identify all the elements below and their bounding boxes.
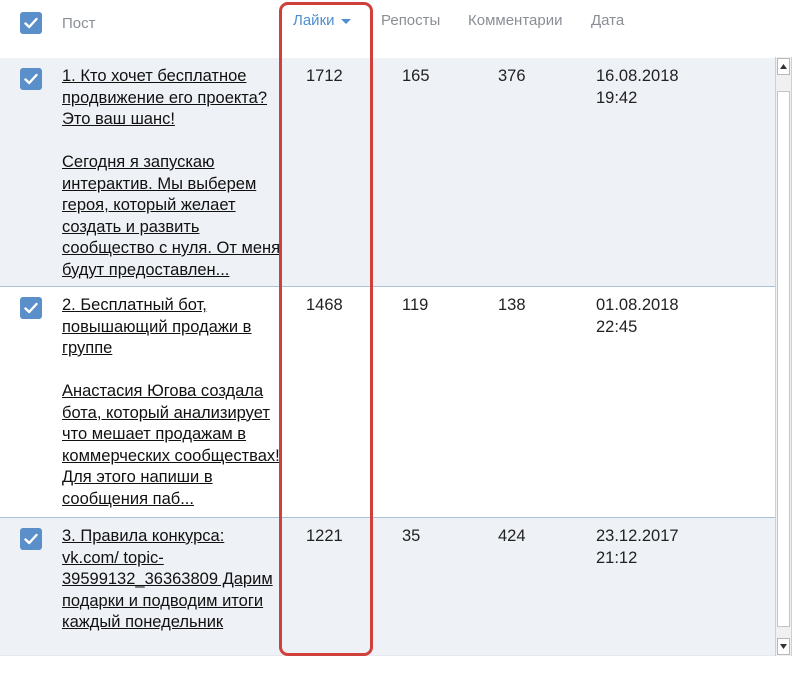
checkmark-icon xyxy=(24,17,38,29)
post-link[interactable]: 3. Правила конкурса: vk.com/ topic-39599… xyxy=(62,526,284,656)
post-excerpt: Сегодня я запускаю интерактив. Мы выбере… xyxy=(62,153,281,279)
post-link[interactable]: 2. Бесплатный бот, повышающий продажи в … xyxy=(62,295,284,513)
scrollbar-thumb[interactable] xyxy=(777,91,790,627)
table-row[interactable]: 1. Кто хочет бесплатное продвижение его … xyxy=(0,58,775,286)
select-all-checkbox[interactable] xyxy=(20,12,42,34)
arrow-down-icon xyxy=(780,644,787,649)
row-checkbox[interactable] xyxy=(20,528,42,550)
column-header-likes[interactable]: Лайки xyxy=(293,12,351,29)
date-value: 23.12.2017 21:12 xyxy=(596,527,679,567)
column-header-reposts[interactable]: Репосты xyxy=(381,12,440,29)
date-value: 16.08.2018 19:42 xyxy=(596,67,679,107)
table-header: Пост Лайки Репосты Комментарии Дата xyxy=(0,0,807,58)
caret-down-icon xyxy=(340,18,351,24)
table-bottom-border xyxy=(0,655,775,656)
reposts-value: 165 xyxy=(402,67,430,85)
reposts-value: 119 xyxy=(402,296,429,314)
arrow-up-icon xyxy=(780,64,787,69)
post-title: 2. Бесплатный бот, повышающий продажи в … xyxy=(62,296,252,357)
date-value: 01.08.2018 22:45 xyxy=(596,296,679,336)
comments-value: 424 xyxy=(498,527,526,545)
scroll-down-button[interactable] xyxy=(777,638,790,655)
post-excerpt: Анастасия Югова создала бота, который ан… xyxy=(62,382,280,508)
reposts-value: 35 xyxy=(402,527,421,545)
likes-value: 1468 xyxy=(306,296,343,314)
row-checkbox[interactable] xyxy=(20,297,42,319)
vertical-scrollbar[interactable] xyxy=(775,57,792,656)
table-row[interactable]: 2. Бесплатный бот, повышающий продажи в … xyxy=(0,287,775,517)
comments-value: 376 xyxy=(498,67,526,85)
column-header-comments[interactable]: Комментарии xyxy=(468,12,562,29)
checkmark-icon xyxy=(24,302,38,314)
column-header-likes-label: Лайки xyxy=(293,12,335,29)
checkmark-icon xyxy=(24,533,38,545)
post-title: 1. Кто хочет бесплатное продвижение его … xyxy=(62,67,268,128)
likes-value: 1221 xyxy=(306,527,343,545)
comments-value: 138 xyxy=(498,296,526,314)
table-row[interactable]: 3. Правила конкурса: vk.com/ topic-39599… xyxy=(0,518,775,655)
post-title: 3. Правила конкурса: vk.com/ topic-39599… xyxy=(62,527,273,631)
post-link[interactable]: 1. Кто хочет бесплатное продвижение его … xyxy=(62,66,284,282)
scroll-up-button[interactable] xyxy=(777,58,790,75)
row-checkbox[interactable] xyxy=(20,68,42,90)
checkmark-icon xyxy=(24,73,38,85)
column-header-date[interactable]: Дата xyxy=(591,12,624,29)
column-header-post[interactable]: Пост xyxy=(62,15,96,32)
likes-value: 1712 xyxy=(306,67,343,85)
